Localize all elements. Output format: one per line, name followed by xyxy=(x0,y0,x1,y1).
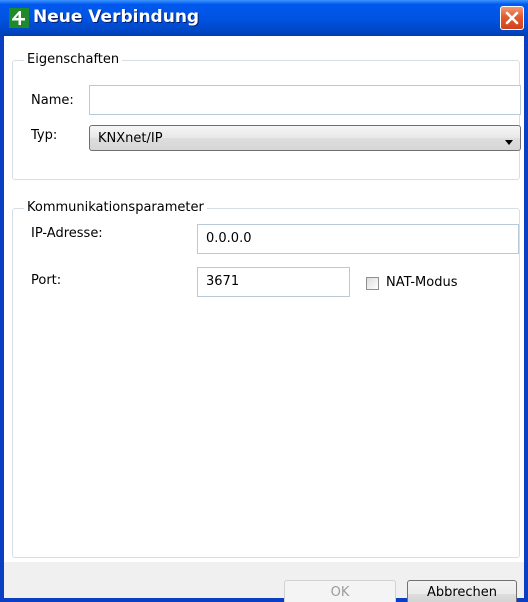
kommunikation-group xyxy=(12,208,520,558)
kommunikation-legend: Kommunikationsparameter xyxy=(24,200,207,215)
nat-mode-checkbox[interactable] xyxy=(366,277,379,290)
port-label: Port: xyxy=(31,273,62,288)
eigenschaften-legend: Eigenschaften xyxy=(24,52,123,67)
ok-button[interactable]: OK xyxy=(284,580,396,602)
ip-address-label: IP-Adresse: xyxy=(31,226,103,241)
typ-selected-value: KNXnet/IP xyxy=(98,131,163,146)
dialog-window: Neue Verbindung Eigenschaften Name: Typ:… xyxy=(0,0,528,602)
typ-dropdown[interactable]: KNXnet/IP xyxy=(89,125,521,151)
dialog-client-area: Eigenschaften Name: Typ: KNXnet/IP Kommu… xyxy=(4,36,524,602)
nat-mode-label: NAT-Modus xyxy=(386,275,458,290)
port-input[interactable]: 3671 xyxy=(197,267,350,297)
cancel-button[interactable]: Abbrechen xyxy=(407,580,517,602)
typ-label: Typ: xyxy=(31,128,58,143)
name-label: Name: xyxy=(31,93,74,108)
window-title: Neue Verbindung xyxy=(33,7,200,27)
name-input[interactable] xyxy=(89,85,521,115)
title-bar[interactable]: Neue Verbindung xyxy=(0,0,528,36)
app-logo-icon xyxy=(9,8,29,28)
eigenschaften-group xyxy=(12,60,520,180)
close-icon[interactable] xyxy=(500,6,524,30)
window-frame-right xyxy=(524,36,528,602)
chevron-down-icon xyxy=(504,135,514,150)
content-panel: Eigenschaften Name: Typ: KNXnet/IP Kommu… xyxy=(4,36,524,562)
nat-mode-option[interactable]: NAT-Modus xyxy=(366,275,486,293)
ip-address-input[interactable]: 0.0.0.0 xyxy=(197,224,519,254)
